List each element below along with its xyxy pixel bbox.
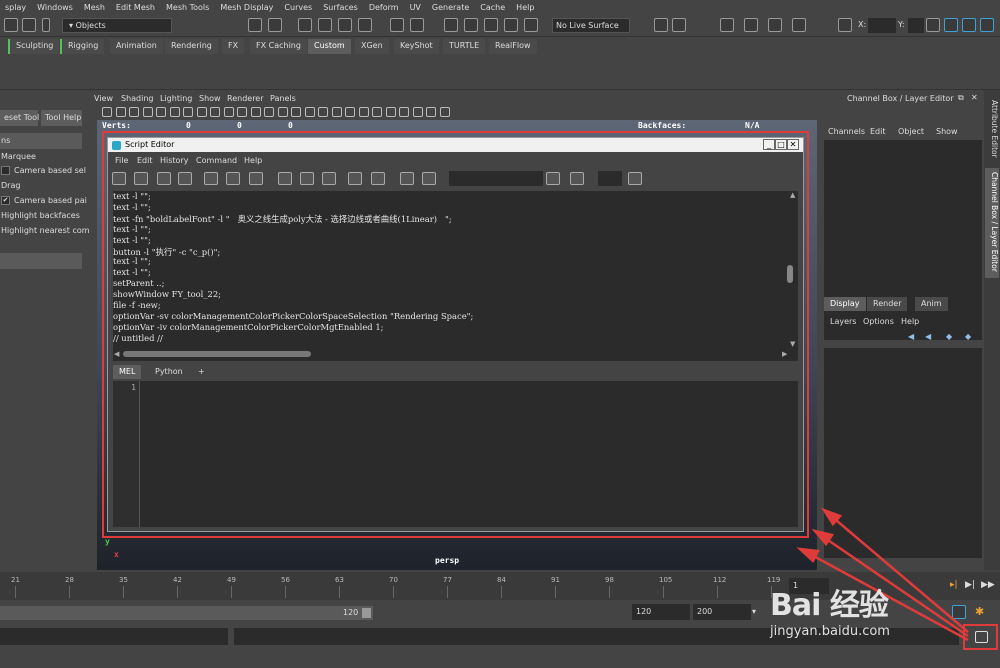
arrowhead-icon [796, 547, 820, 564]
baidu-logo: Bai 经验 [770, 588, 889, 623]
watermark-url: jingyan.baidu.com [770, 624, 890, 639]
annotation-arrows [796, 507, 969, 642]
